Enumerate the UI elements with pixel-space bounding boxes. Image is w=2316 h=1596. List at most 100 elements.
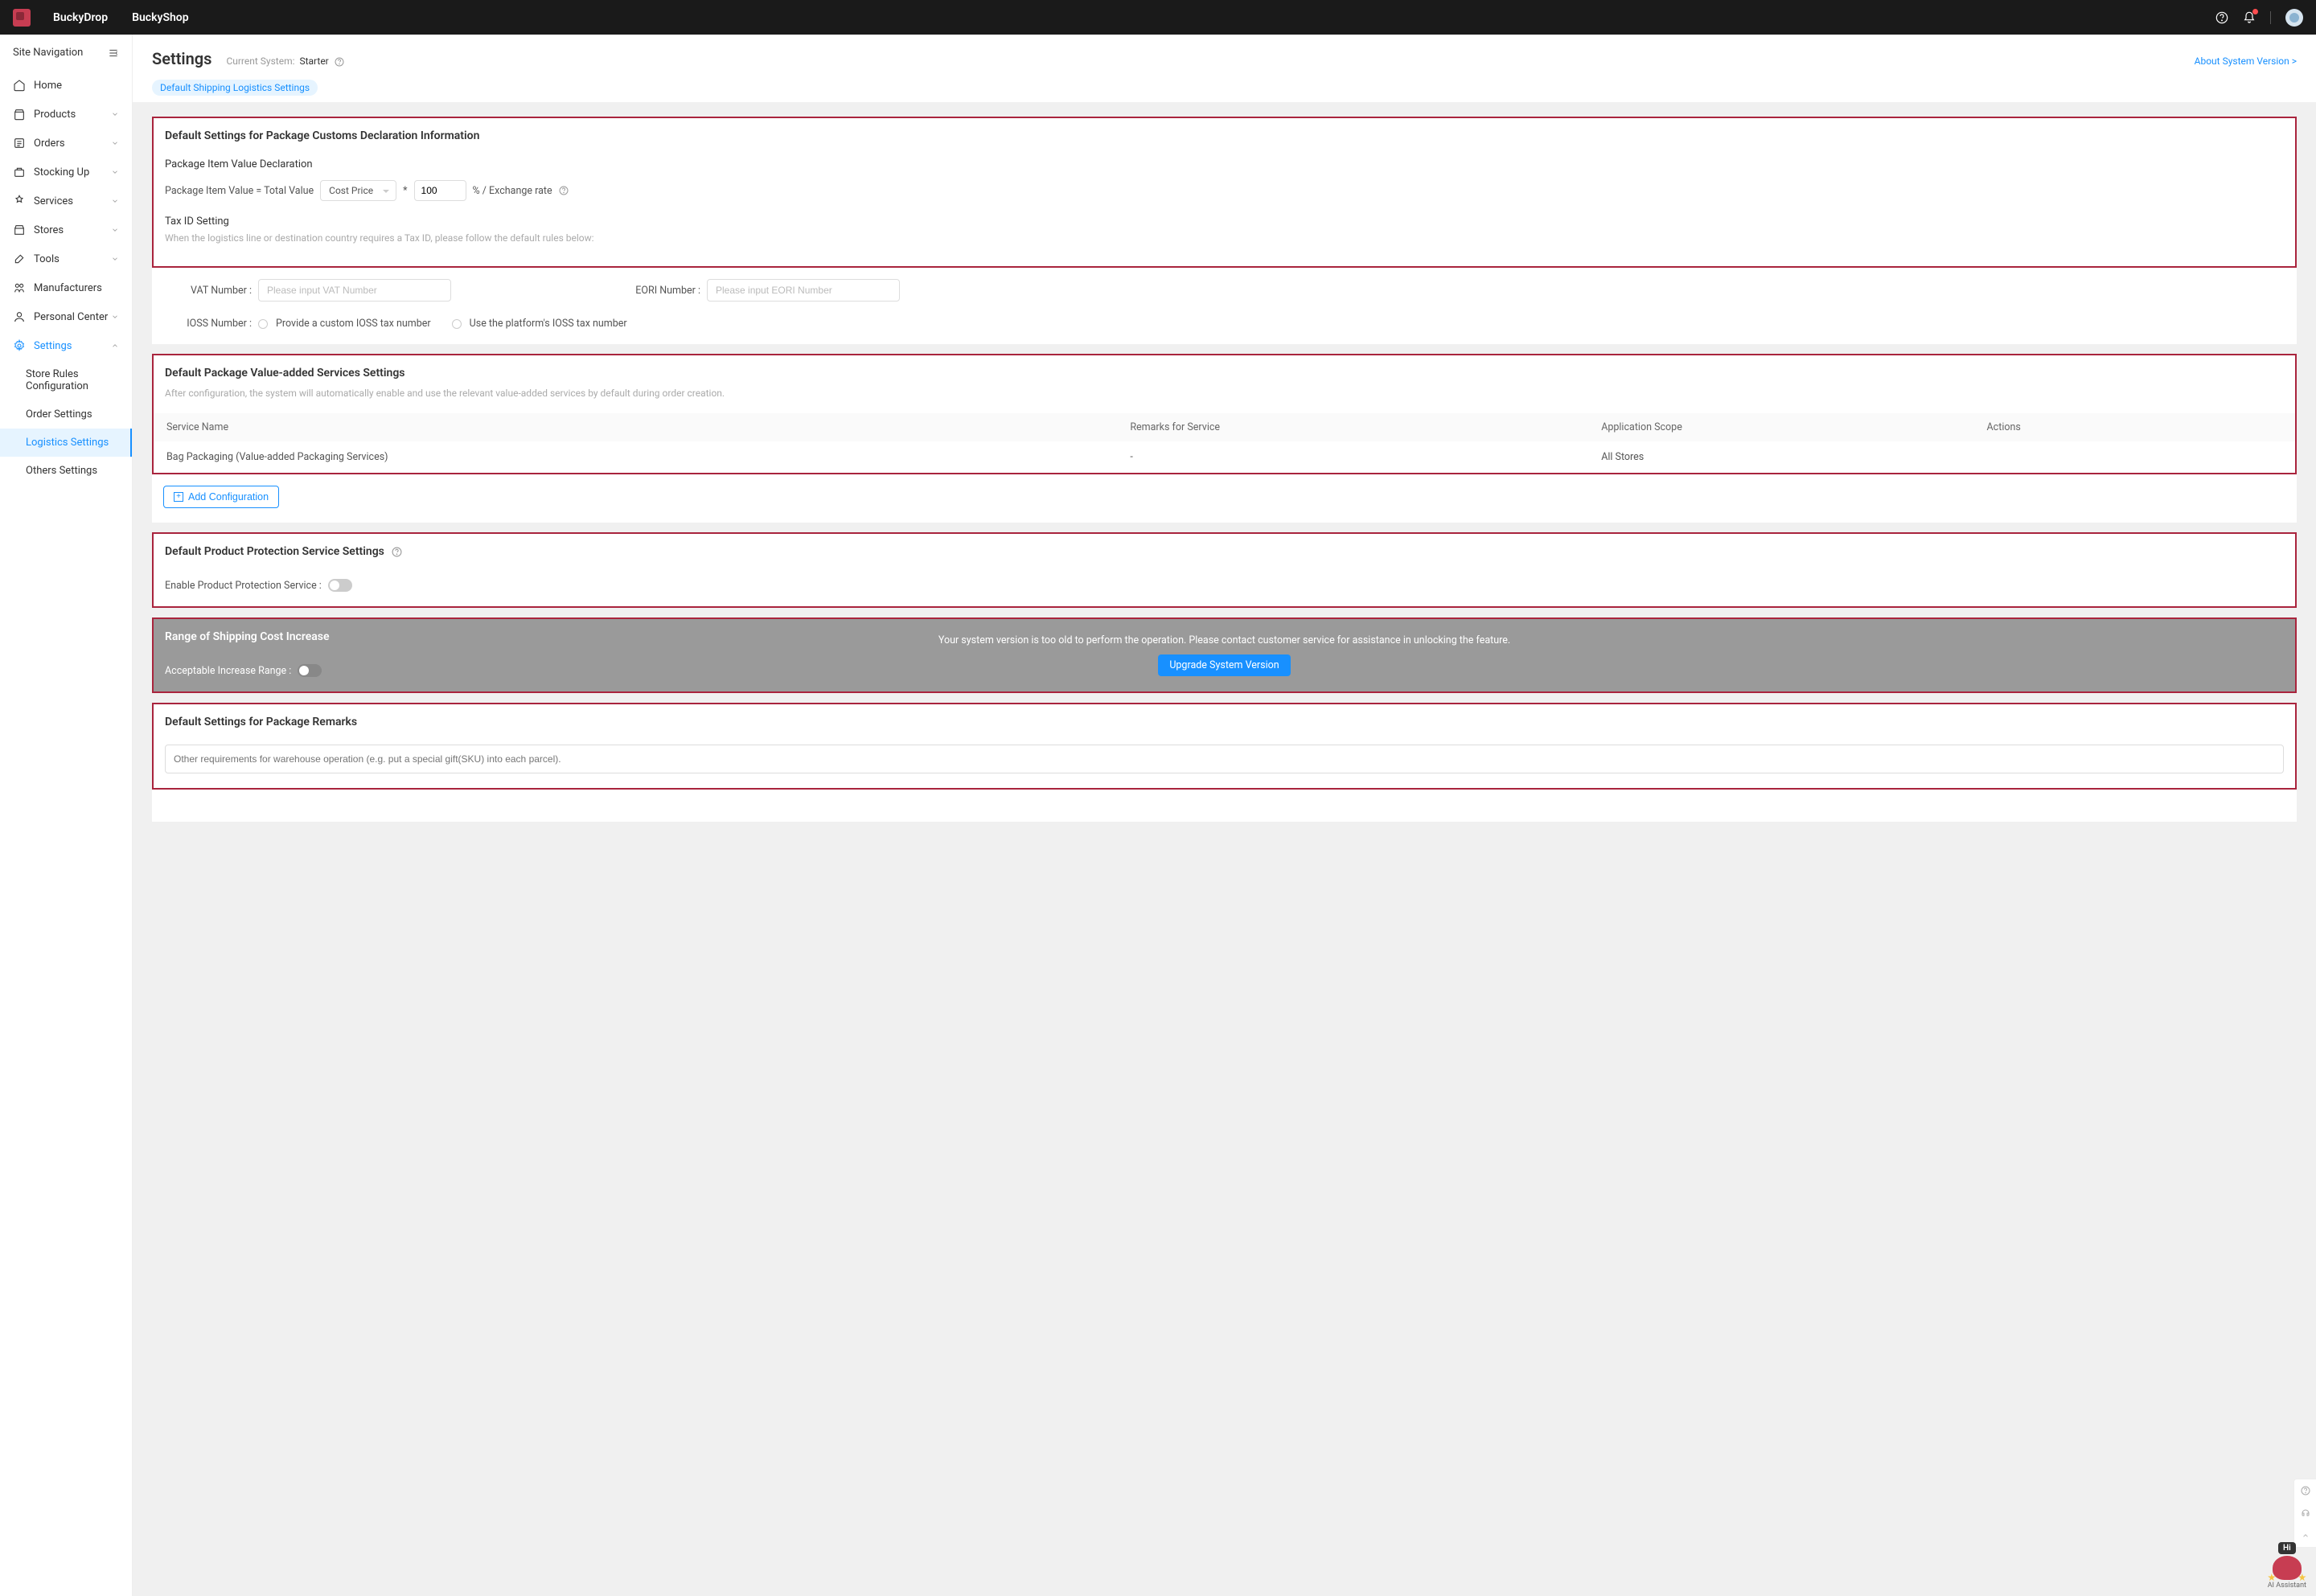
help-icon[interactable] [2215, 11, 2228, 24]
sidebar-item-services[interactable]: Services [0, 187, 132, 215]
sidebar-item-home[interactable]: Home [0, 71, 132, 100]
vas-table: Service Name Remarks for Service Applica… [154, 413, 2295, 473]
eori-input[interactable] [707, 279, 900, 302]
products-icon [13, 108, 26, 121]
content-area: Settings Current System: Starter About S… [133, 35, 2316, 1596]
vas-col-scope: Application Scope [1588, 413, 1973, 441]
info-icon[interactable] [392, 547, 402, 557]
sidebar-item-products[interactable]: Products [0, 100, 132, 129]
ai-mascot-icon [2273, 1556, 2302, 1580]
stocking-icon [13, 166, 26, 178]
protection-title: Default Product Protection Service Setti… [154, 534, 2295, 569]
eori-label: EORI Number : [612, 285, 700, 297]
protection-toggle[interactable] [328, 579, 352, 592]
ai-assistant[interactable]: Hi AI Assistant [2268, 1541, 2306, 1590]
ioss-custom-label: Provide a custom IOSS tax number [276, 318, 431, 330]
about-system-link[interactable]: About System Version > [2195, 55, 2297, 67]
vas-title: Default Package Value-added Services Set… [154, 355, 2295, 391]
sidebar-item-label: Services [34, 195, 111, 207]
plus-icon: + [174, 492, 183, 502]
sub-logistics-settings[interactable]: Logistics Settings [0, 429, 132, 457]
info-icon[interactable] [559, 186, 569, 195]
current-system-label: Current System: Starter [226, 55, 343, 67]
brand-buckydrop[interactable]: BuckyDrop [53, 11, 108, 24]
customs-panel: Default Settings for Package Customs Dec… [152, 117, 2297, 344]
info-icon[interactable] [335, 57, 344, 67]
chevron-down-icon [111, 197, 119, 205]
vas-row-remarks: - [1117, 441, 1588, 473]
header-right [2215, 9, 2303, 27]
ai-bubble: Hi [2278, 1542, 2296, 1554]
person-icon [13, 310, 26, 323]
protection-panel: Default Product Protection Service Setti… [152, 532, 2297, 608]
rail-help-icon[interactable] [2294, 1479, 2316, 1502]
price-type-select[interactable]: Cost Price [320, 180, 396, 201]
customs-title: Default Settings for Package Customs Dec… [154, 118, 2295, 154]
upgrade-overlay: Your system version is too old to perfor… [154, 619, 2295, 691]
right-rail [2293, 1479, 2316, 1548]
taxid-hint: When the logistics line or destination c… [165, 232, 2284, 244]
vas-note: After configuration, the system will aut… [154, 388, 2295, 399]
sidebar-item-stocking-up[interactable]: Stocking Up [0, 158, 132, 187]
chevron-down-icon [111, 226, 119, 234]
stores-icon [13, 224, 26, 236]
sidebar: Site Navigation Home Products Orders Sto… [0, 35, 133, 1596]
chevron-down-icon [111, 168, 119, 176]
sidebar-item-label: Tools [34, 253, 111, 265]
sidebar-item-personal-center[interactable]: Personal Center [0, 302, 132, 331]
sidebar-item-manufacturers[interactable]: Manufacturers [0, 273, 132, 302]
notification-badge [2252, 9, 2258, 14]
sidebar-item-label: Personal Center [34, 311, 111, 323]
tools-icon [13, 252, 26, 265]
header-divider [2270, 11, 2271, 24]
breadcrumb-tag[interactable]: Default Shipping Logistics Settings [152, 80, 318, 96]
ai-label: AI Assistant [2268, 1582, 2306, 1590]
sidebar-item-tools[interactable]: Tools [0, 244, 132, 273]
rail-support-icon[interactable] [2294, 1502, 2316, 1524]
notification-icon[interactable] [2243, 11, 2256, 24]
sub-order-settings[interactable]: Order Settings [0, 400, 132, 429]
ioss-platform-radio[interactable] [452, 319, 462, 329]
settings-submenu: Store Rules Configuration Order Settings… [0, 360, 132, 485]
page-title: Settings [152, 49, 211, 68]
ioss-platform-label: Use the platform's IOSS tax number [470, 318, 627, 330]
vas-panel: Default Package Value-added Services Set… [152, 354, 2297, 523]
top-header: BuckyDrop BuckyShop [0, 0, 2316, 35]
taxid-title: Tax ID Setting [165, 215, 2284, 228]
remarks-input[interactable] [165, 745, 2284, 773]
avatar[interactable] [2285, 9, 2303, 27]
sidebar-item-orders[interactable]: Orders [0, 129, 132, 158]
sidebar-item-stores[interactable]: Stores [0, 215, 132, 244]
brand-buckyshop[interactable]: BuckyShop [132, 11, 189, 24]
overlay-message: Your system version is too old to perfor… [938, 634, 1510, 646]
vas-col-remarks: Remarks for Service [1117, 413, 1588, 441]
protection-toggle-row: Enable Product Protection Service : [165, 579, 2284, 592]
ioss-custom-radio[interactable] [258, 319, 268, 329]
sub-store-rules[interactable]: Store Rules Configuration [0, 360, 132, 400]
add-configuration-button[interactable]: + Add Configuration [163, 486, 279, 508]
sidebar-item-label: Stores [34, 224, 111, 236]
vat-label: VAT Number : [163, 285, 252, 297]
home-icon [13, 79, 26, 92]
current-system-value: Starter [299, 55, 328, 67]
multiplier-input[interactable] [414, 180, 466, 201]
formula-prefix: Package Item Value = Total Value [165, 185, 314, 197]
chevron-down-icon [111, 255, 119, 263]
sidebar-item-label: Manufacturers [34, 282, 119, 294]
collapse-sidebar-icon[interactable] [108, 47, 119, 59]
decl-label: Package Item Value Declaration [165, 158, 2284, 170]
vas-col-actions: Actions [1974, 413, 2295, 441]
gear-icon [13, 339, 26, 352]
sub-others-settings[interactable]: Others Settings [0, 457, 132, 485]
content-header: Settings Current System: Starter About S… [133, 35, 2316, 102]
sidebar-item-settings[interactable]: Settings [0, 331, 132, 360]
decl-formula-row: Package Item Value = Total Value Cost Pr… [165, 180, 2284, 201]
shipping-cost-panel: Range of Shipping Cost Increase Acceptab… [152, 617, 2297, 693]
upgrade-button[interactable]: Upgrade System Version [1158, 654, 1290, 676]
vat-input[interactable] [258, 279, 451, 302]
services-icon [13, 195, 26, 207]
logo-icon[interactable] [13, 9, 31, 27]
formula-suffix: % / Exchange rate [473, 185, 552, 197]
remarks-title: Default Settings for Package Remarks [154, 704, 2295, 740]
vas-col-service: Service Name [154, 413, 1117, 441]
